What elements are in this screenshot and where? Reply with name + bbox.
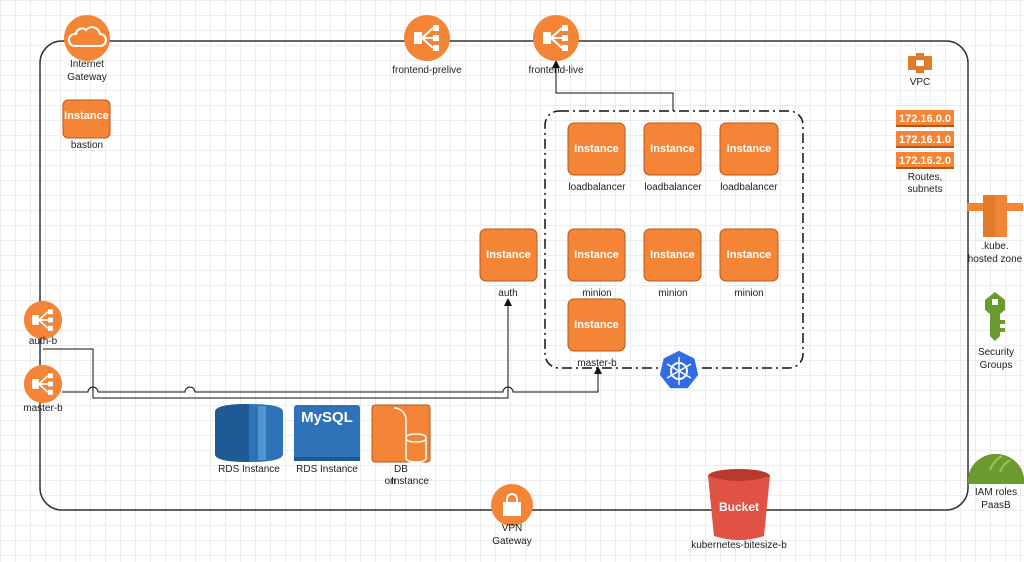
loadbalancer-instance[interactable]: Instance loadbalancer [643,122,702,193]
internet-gateway[interactable]: Internet Gateway [64,15,110,83]
hosted-zone-label: .kube. [981,241,1008,252]
instance-title: Instance [574,249,619,261]
master-label: master-b [577,358,617,369]
security-groups-label-2: Groups [980,360,1013,371]
minion-label: minion [582,288,611,299]
load-balancer-icon [403,14,451,62]
auth-b-to-auth-connector [43,298,512,399]
minion-label: minion [734,288,763,299]
loadbalancer-instance[interactable]: Instance loadbalancer [567,122,626,193]
bastion-label: bastion [71,140,103,151]
routes-label-2: subnets [907,184,942,195]
db-label-3: Instance [391,476,429,487]
routes-subnets[interactable]: 172.16.0.0 172.16.1.0 172.16.2.0 Routes,… [896,110,954,195]
route53-icon [967,195,1023,237]
frontend-prelive-load-balancer[interactable]: frontend-prelive [392,14,462,76]
auth-b-load-balancer[interactable]: auth-b [23,300,63,347]
vpn-label-2: Gateway [492,536,531,547]
instance-title: Instance [727,249,772,261]
minion-instance[interactable]: Instance minion [643,228,702,299]
instance-title: Instance [727,143,772,155]
architecture-diagram: Internet Gateway Instance bastion fronte… [23,14,1024,551]
iam-label: IAM roles [975,487,1017,498]
kubernetes-icon [658,349,700,390]
frontend-live-load-balancer[interactable]: frontend-live [528,14,584,76]
rds-instance[interactable]: RDS Instance [215,404,283,475]
iam-label-2: PaasB [981,500,1011,511]
subnet-label: 172.16.0.0 [899,113,951,125]
iam-roles[interactable]: IAM roles PaasB [967,453,1024,511]
auth-label: auth [498,288,517,299]
instance-title: Instance [64,110,109,122]
vpc-icon [908,53,932,73]
auth-b-label: auth-b [29,336,58,347]
rds-label: RDS Instance [296,464,358,475]
vpc-label: VPC [910,77,931,88]
loadbalancer-label: loadbalancer [644,182,702,193]
frontend-live-label: frontend-live [528,65,583,76]
rds-label: RDS Instance [218,464,280,475]
loadbalancer-label: loadbalancer [568,182,626,193]
helmet-icon [967,453,1024,484]
vpn-label: VPN [502,523,523,534]
key-icon [985,292,1005,341]
bucket-title: Bucket [719,500,759,514]
security-groups[interactable]: Security Groups [978,292,1014,371]
hosted-zone-label-2: hosted zone [968,254,1023,265]
master-b-load-balancer[interactable]: master-b [23,364,63,414]
mysql-rds-instance[interactable]: MySQL RDS Instance [294,405,360,475]
master-instance[interactable]: Instance master-b [567,298,626,369]
load-balancer-icon [23,364,63,404]
security-groups-label: Security [978,347,1014,358]
instance-title: Instance [574,319,619,331]
instance-title: Instance [650,143,695,155]
subnet-label: 172.16.1.0 [899,134,951,146]
loadbalancer-instance[interactable]: Instance loadbalancer [719,122,779,193]
internet-gateway-label: Internet [70,59,104,70]
internet-gateway-label-2: Gateway [67,72,106,83]
minion-label: minion [658,288,687,299]
instance-title: Instance [650,249,695,261]
load-balancer-icon [23,300,63,340]
hosted-zone[interactable]: .kube. hosted zone [967,195,1023,265]
frontend-prelive-label: frontend-prelive [392,65,462,76]
auth-instance[interactable]: Instance auth [479,228,538,299]
db-label-2: on [384,476,395,487]
loadbalancer-label: loadbalancer [720,182,778,193]
master-b-to-master-connector [62,366,602,393]
master-b-label: master-b [23,403,63,414]
instance-title: Instance [574,143,619,155]
bucket-label: kubernetes-bitesize-b [691,540,787,551]
subnet-label: 172.16.2.0 [899,155,951,167]
rds-icon [215,404,283,462]
db-on-instance[interactable]: DB Instance on [371,404,431,487]
routes-label: Routes, [908,172,942,183]
bastion-instance[interactable]: Instance bastion [62,99,111,151]
minion-instance[interactable]: Instance minion [567,228,626,299]
vpn-gateway[interactable]: VPN Gateway [491,484,533,547]
mysql-badge: MySQL [301,409,353,426]
db-label: DB [394,464,408,475]
vpc-icon-group: VPC [908,53,932,88]
instance-title: Instance [486,249,531,261]
minion-instance[interactable]: Instance minion [719,228,779,299]
load-balancer-icon [532,14,580,62]
